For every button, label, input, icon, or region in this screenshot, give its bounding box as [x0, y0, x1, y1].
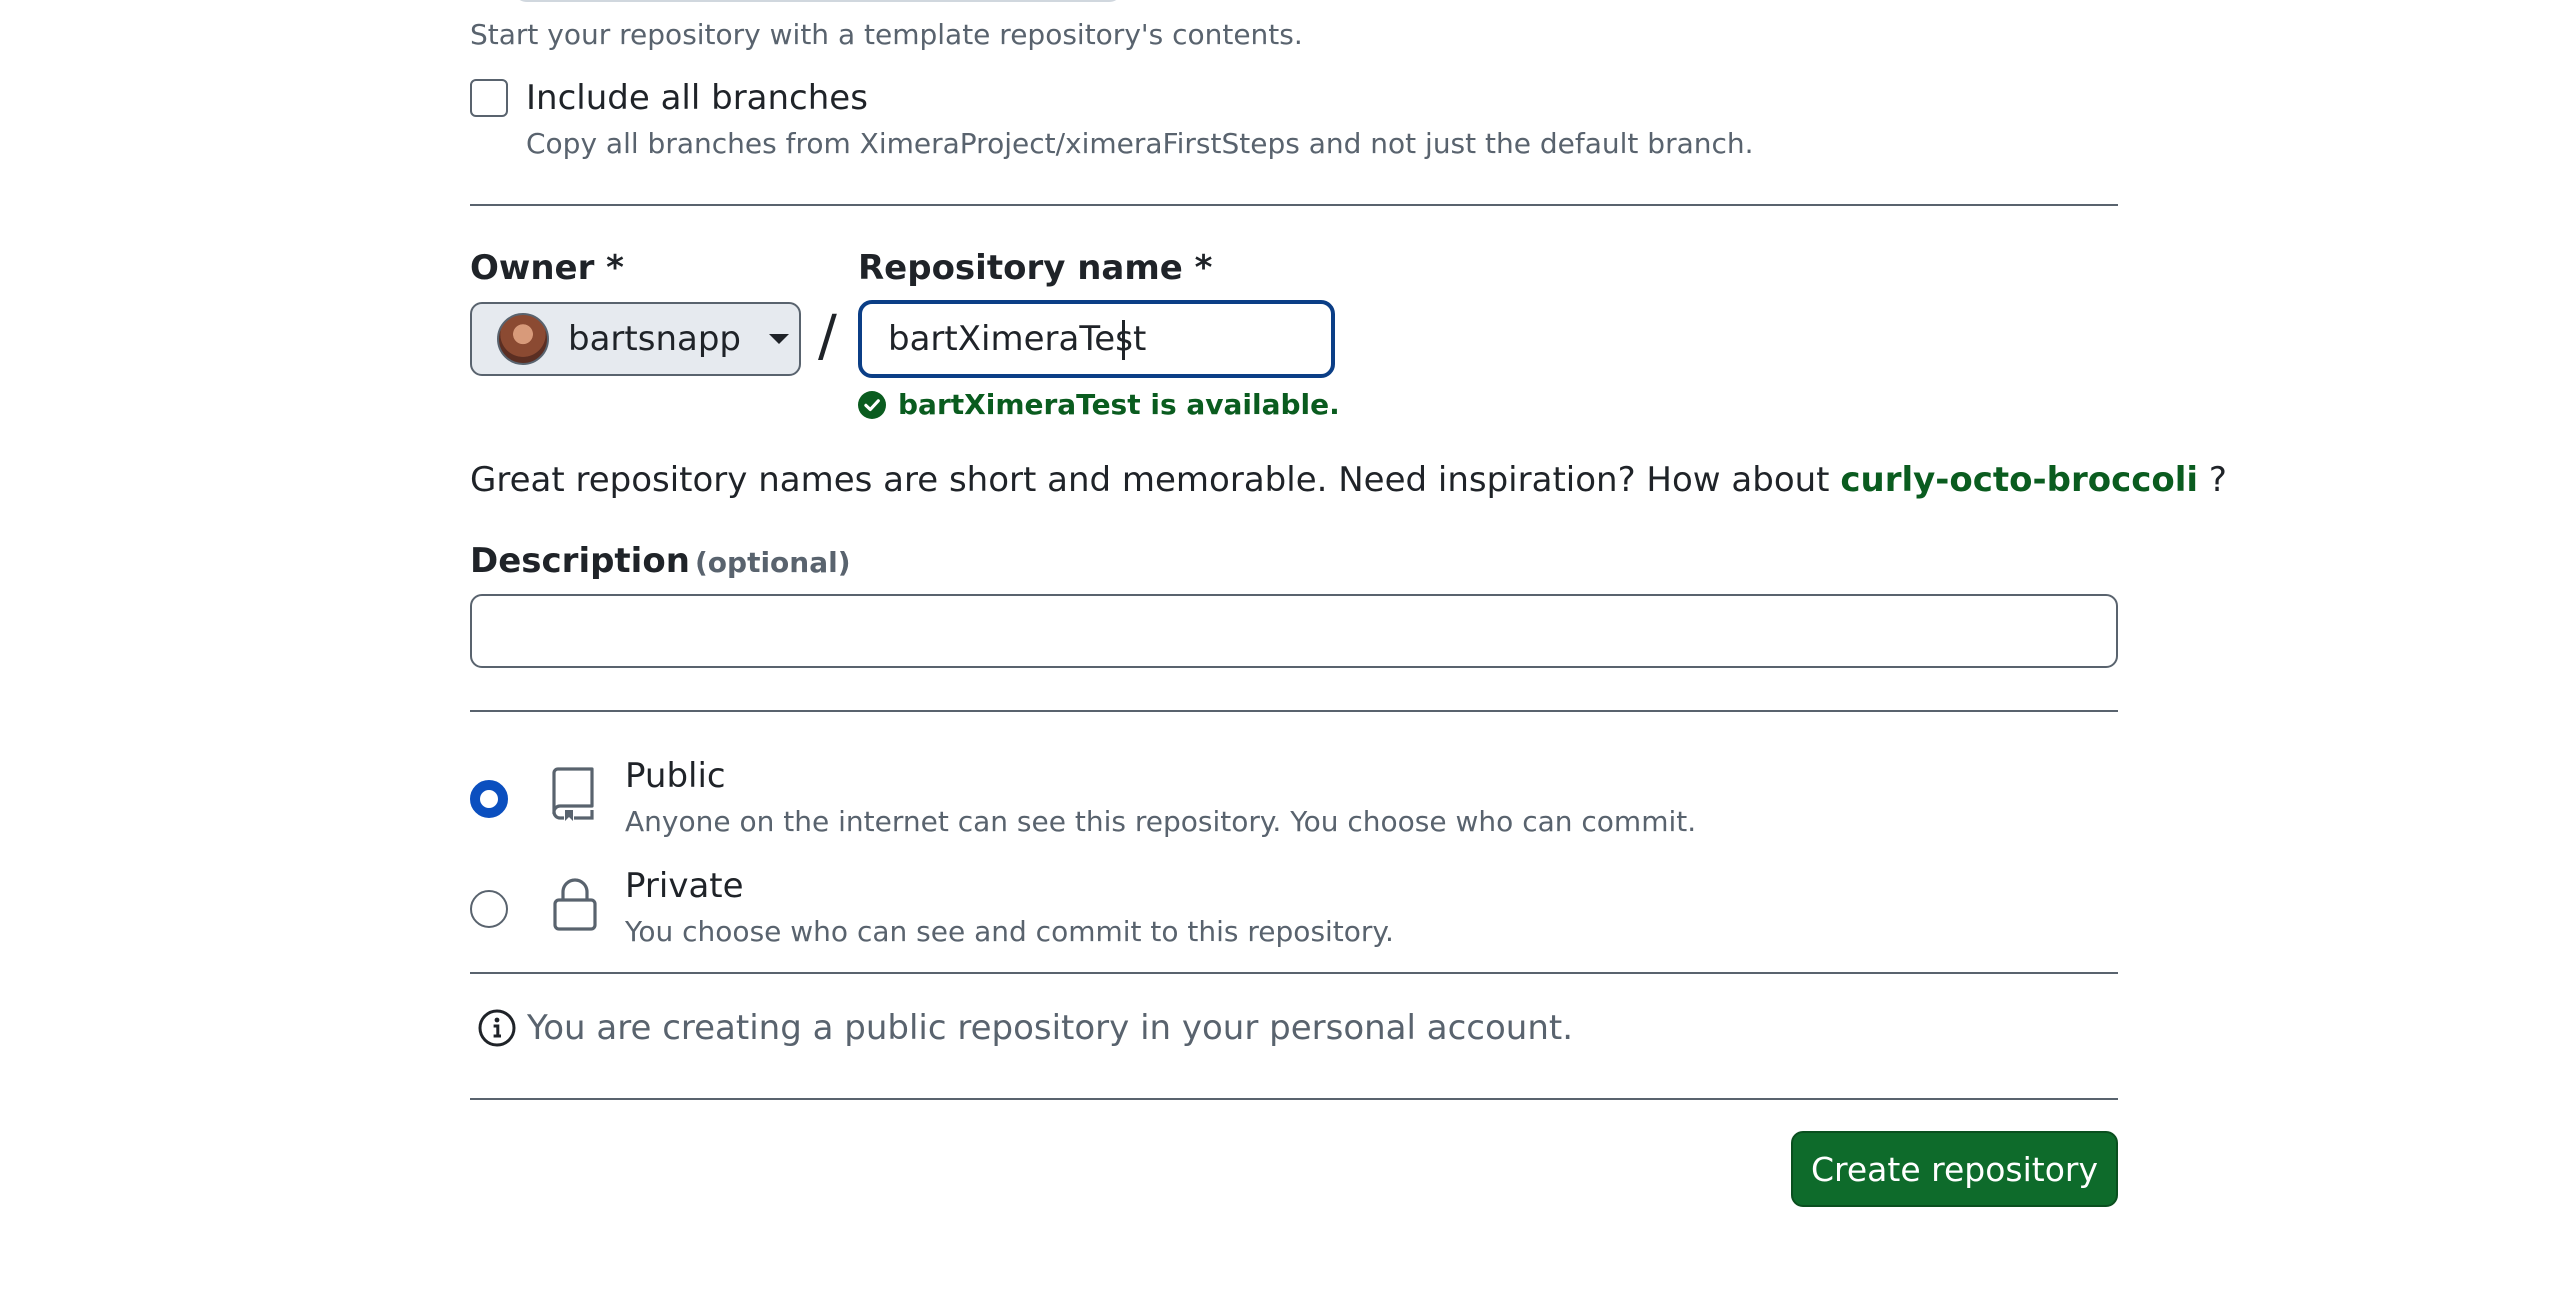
- visibility-private-radio[interactable]: [470, 890, 508, 928]
- divider: [470, 204, 2118, 206]
- chevron-down-icon: [769, 334, 789, 344]
- info-icon: [478, 1009, 516, 1047]
- lock-icon: [553, 878, 597, 931]
- repository-name-label: Repository name *: [858, 248, 1213, 288]
- owner-name: bartsnapp: [568, 319, 741, 359]
- repo-icon: [552, 767, 594, 821]
- text-cursor: [1122, 320, 1125, 360]
- divider: [470, 1098, 2118, 1100]
- divider: [470, 710, 2118, 712]
- availability-message: bartXimeraTest is available.: [858, 388, 1340, 421]
- inspiration-prefix: Great repository names are short and mem…: [470, 460, 1830, 500]
- avatar: [497, 313, 549, 365]
- availability-text: bartXimeraTest is available.: [898, 388, 1340, 421]
- info-message-text: You are creating a public repository in …: [527, 1008, 1574, 1048]
- owner-repo-separator: /: [818, 304, 837, 369]
- description-input[interactable]: [470, 594, 2118, 668]
- include-all-branches-label[interactable]: Include all branches: [526, 78, 868, 118]
- inspiration-suffix: ?: [2208, 460, 2227, 500]
- optional-tag: (optional): [695, 546, 851, 579]
- repository-name-input[interactable]: [858, 300, 1335, 378]
- visibility-public-radio[interactable]: [470, 780, 508, 818]
- visibility-public-title: Public: [625, 756, 726, 796]
- include-all-branches-checkbox[interactable]: [470, 79, 508, 117]
- owner-dropdown[interactable]: bartsnapp: [470, 302, 801, 376]
- info-message: You are creating a public repository in …: [477, 1008, 1573, 1048]
- inspiration-text: Great repository names are short and mem…: [470, 460, 2227, 500]
- create-repository-button[interactable]: Create repository: [1791, 1131, 2118, 1207]
- visibility-private-description: You choose who can see and commit to thi…: [625, 915, 1394, 948]
- template-select[interactable]: [513, 0, 1123, 2]
- check-circle-icon: [858, 390, 886, 419]
- visibility-public-description: Anyone on the internet can see this repo…: [625, 805, 1697, 838]
- template-hint: Start your repository with a template re…: [470, 18, 1303, 51]
- include-all-branches-description: Copy all branches from XimeraProject/xim…: [526, 127, 1754, 160]
- suggested-name-link[interactable]: curly-octo-broccoli: [1840, 460, 2198, 500]
- description-label: Description: [470, 541, 690, 581]
- divider: [470, 972, 2118, 974]
- owner-label: Owner *: [470, 248, 624, 288]
- description-label-row: Description (optional): [470, 541, 851, 581]
- visibility-private-title: Private: [625, 866, 744, 906]
